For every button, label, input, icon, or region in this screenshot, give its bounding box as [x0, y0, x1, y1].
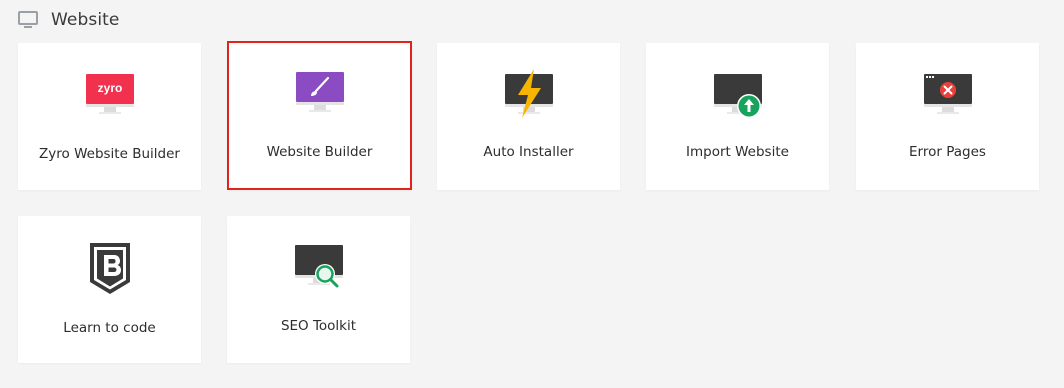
lightning-monitor-icon	[504, 69, 553, 118]
tile-zyro-website-builder[interactable]: zyro Zyro Website Builder	[18, 43, 201, 190]
tile-label: Import Website	[686, 144, 789, 160]
tile-website-builder[interactable]: Website Builder	[227, 41, 412, 190]
tile-learn-to-code[interactable]: Learn to code	[18, 216, 201, 363]
zyro-monitor-icon: zyro	[85, 74, 134, 114]
magnifier-monitor-icon	[294, 245, 343, 288]
tile-label: Error Pages	[909, 144, 986, 160]
tile-label: Zyro Website Builder	[39, 146, 180, 162]
zyro-logo-text: zyro	[97, 81, 122, 95]
tile-label: Learn to code	[63, 320, 156, 336]
tile-error-pages[interactable]: Error Pages	[856, 43, 1039, 190]
tile-label: Website Builder	[266, 144, 373, 160]
shield-b-icon	[89, 243, 130, 294]
tile-auto-installer[interactable]: Auto Installer	[437, 43, 620, 190]
paintbrush-monitor-icon	[295, 72, 344, 112]
section-title: Website	[51, 10, 120, 30]
section-header: Website	[18, 8, 119, 32]
tile-label: Auto Installer	[483, 144, 574, 160]
tile-label: SEO Toolkit	[280, 318, 357, 334]
upload-monitor-icon	[713, 74, 762, 118]
error-monitor-icon	[923, 74, 972, 114]
monitor-icon	[18, 11, 38, 28]
tile-seo-toolkit[interactable]: SEO Toolkit	[227, 216, 410, 363]
tile-import-website[interactable]: Import Website	[646, 43, 829, 190]
